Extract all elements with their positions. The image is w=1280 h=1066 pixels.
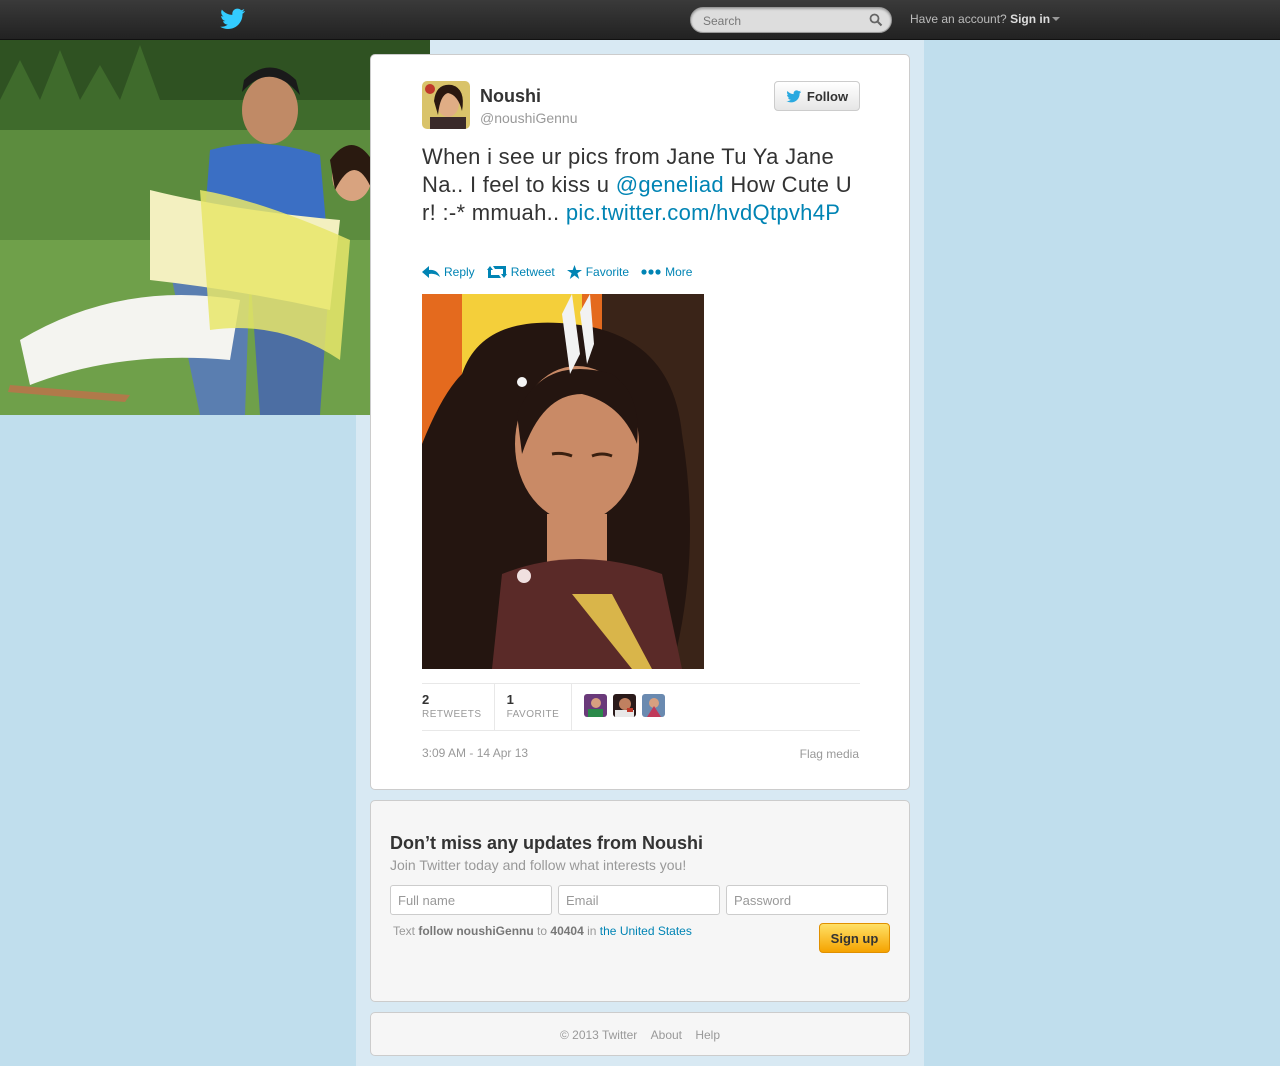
email-field[interactable] xyxy=(558,885,720,915)
sms-command: follow noushiGennu xyxy=(418,924,534,938)
user-name[interactable]: Noushi xyxy=(480,86,541,107)
user-handle[interactable]: @noushiGennu xyxy=(480,110,578,126)
country-link[interactable]: the United States xyxy=(600,924,692,938)
engager-avatar[interactable] xyxy=(642,694,666,717)
chevron-down-icon xyxy=(1052,17,1061,21)
sms-text-prefix: Text xyxy=(393,924,416,938)
retweet-button[interactable]: Retweet xyxy=(486,265,555,279)
tweet-text: When i see ur pics from Jane Tu Ya Jane … xyxy=(422,143,862,227)
tweet-media-image[interactable] xyxy=(422,294,704,669)
favorite-button[interactable]: Favorite xyxy=(566,265,630,279)
fullname-field[interactable] xyxy=(390,885,552,915)
retweet-icon xyxy=(486,266,507,278)
favorites-count: 1 xyxy=(506,692,514,707)
mention-link[interactable]: @geneliad xyxy=(616,172,724,197)
more-button[interactable]: More xyxy=(641,265,692,279)
help-link[interactable]: Help xyxy=(695,1028,720,1042)
reply-label: Reply xyxy=(444,265,475,279)
tweet-timestamp[interactable]: 3:09 AM - 14 Apr 13 xyxy=(422,746,528,760)
star-icon xyxy=(566,265,582,279)
tweet-actions: Reply Retweet Favorite More xyxy=(422,265,692,279)
signin-prefix: Have an account? xyxy=(910,12,1007,26)
sms-text-to: to xyxy=(537,924,548,938)
about-link[interactable]: About xyxy=(651,1028,682,1042)
avatar[interactable] xyxy=(422,81,470,129)
signup-card: Don’t miss any updates from Noushi Join … xyxy=(370,800,910,1002)
retweets-count: 2 xyxy=(422,692,430,707)
sms-text-in: in xyxy=(587,924,597,938)
reply-button[interactable]: Reply xyxy=(422,265,475,279)
search-input[interactable] xyxy=(703,13,863,29)
search-box xyxy=(690,7,892,33)
favorites-label: FAVORITE xyxy=(506,709,560,720)
profile-background-image xyxy=(0,40,430,415)
tweet-stats: 2 RETWEETS 1 FAVORITE xyxy=(422,683,860,731)
search-icon[interactable] xyxy=(869,13,883,27)
tweet-card: Noushi @noushiGennu Follow When i see ur… xyxy=(370,54,910,790)
follow-button[interactable]: Follow xyxy=(774,81,860,111)
footer: © 2013 Twitter About Help xyxy=(371,1028,909,1042)
engager-avatar[interactable] xyxy=(613,694,637,717)
favorite-label: Favorite xyxy=(585,265,630,279)
signup-button[interactable]: Sign up xyxy=(819,923,890,953)
twitter-bird-icon xyxy=(786,89,801,102)
flag-media-link[interactable]: Flag media xyxy=(800,747,859,761)
follow-label: Follow xyxy=(806,88,849,104)
footer-card: © 2013 Twitter About Help xyxy=(370,1012,910,1056)
reply-icon xyxy=(422,266,440,278)
twitter-bird-icon[interactable] xyxy=(220,8,246,30)
signup-subtitle: Join Twitter today and follow what inter… xyxy=(390,857,687,873)
signin-menu[interactable]: Have an account? Sign in xyxy=(910,12,1061,26)
top-bar: Have an account? Sign in xyxy=(0,0,1280,40)
retweet-label: Retweet xyxy=(510,265,555,279)
engager-avatars xyxy=(572,684,666,730)
copyright: © 2013 Twitter xyxy=(559,1028,638,1042)
more-label: More xyxy=(665,265,693,279)
signin-link[interactable]: Sign in xyxy=(1010,12,1050,26)
sms-number: 40404 xyxy=(550,924,584,938)
media-link[interactable]: pic.twitter.com/hvdQtpvh4P xyxy=(566,200,840,225)
signup-title: Don’t miss any updates from Noushi xyxy=(390,833,704,853)
engager-avatar[interactable] xyxy=(584,694,608,717)
sms-follow-text: Text follow noushiGennu to 40404 in the … xyxy=(393,924,692,938)
retweets-stat[interactable]: 2 RETWEETS xyxy=(422,684,495,730)
more-dots-icon xyxy=(641,269,661,275)
retweets-label: RETWEETS xyxy=(422,709,482,720)
password-field[interactable] xyxy=(726,885,888,915)
favorites-stat[interactable]: 1 FAVORITE xyxy=(495,684,573,730)
